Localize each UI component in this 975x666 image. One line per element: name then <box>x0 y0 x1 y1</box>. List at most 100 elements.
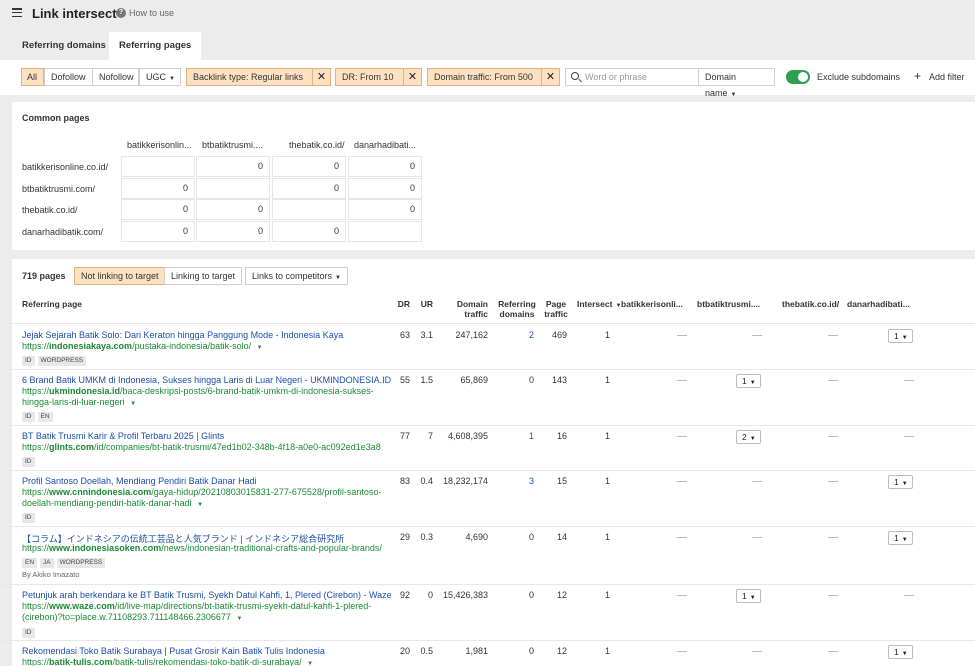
matrix-cell <box>348 221 422 242</box>
links-count-dropdown[interactable]: 1 ▼ <box>736 374 761 388</box>
cell-page-traffic: 469 <box>551 330 567 340</box>
help-icon[interactable]: ? <box>116 8 126 18</box>
links-count-dropdown[interactable]: 1 ▼ <box>888 475 913 489</box>
matrix-col-header: batikkerisonlin... <box>127 140 192 150</box>
links-count-dropdown[interactable]: 1 ▼ <box>888 329 913 343</box>
col-competitor-2[interactable]: btbatiktrusmi.... <box>697 299 760 309</box>
menu-icon[interactable] <box>12 8 22 18</box>
cell-empty-dash <box>752 651 762 652</box>
add-filter-button[interactable]: Add filter <box>929 72 965 82</box>
dropdown-value: 1 <box>742 376 747 386</box>
tab-referring-pages[interactable]: Referring pages <box>109 32 202 60</box>
filter-chip-backlink-type[interactable]: Backlink type: Regular links ✕ <box>186 68 331 86</box>
page-title-link[interactable]: Profil Santoso Doellah, Mendiang Pendiri… <box>22 476 257 486</box>
links-count-dropdown[interactable]: 1 ▼ <box>888 645 913 659</box>
filter-all[interactable]: All <box>21 68 44 86</box>
exclude-subdomains-toggle[interactable] <box>786 70 810 84</box>
how-to-use-link[interactable]: How to use <box>129 8 174 18</box>
page-title-link[interactable]: Rekomendasi Toko Batik Surabaya | Pusat … <box>22 646 325 656</box>
matrix-cell <box>196 178 270 199</box>
filter-chip-domain-traffic[interactable]: Domain traffic: From 500 ✕ <box>427 68 560 86</box>
cell-page-traffic: 143 <box>551 375 567 385</box>
page-title-link[interactable]: Jejak Sejarah Batik Solo: Dari Keraton h… <box>22 330 343 340</box>
cell-domain-traffic: 4,690 <box>465 532 488 542</box>
search-input[interactable]: Word or phrase <box>565 68 699 86</box>
cell-page-traffic: 14 <box>556 532 567 542</box>
page-url-link[interactable]: https://indonesiakaya.com/pustaka-indone… <box>22 341 392 354</box>
cell-empty-dash <box>677 595 687 596</box>
cell-empty-dash <box>677 335 687 336</box>
col-ur[interactable]: UR <box>413 299 433 309</box>
cell-ref-domains[interactable]: 1 <box>494 431 534 441</box>
chevron-down-icon[interactable]: ▼ <box>130 401 136 407</box>
filter-ugc-dropdown[interactable]: UGC ▼ <box>139 68 181 86</box>
col-page-traffic[interactable]: Page traffic <box>541 299 571 319</box>
chevron-down-icon: ▼ <box>901 537 908 543</box>
cell-empty-dash <box>828 436 838 437</box>
pill-linking[interactable]: Linking to target <box>164 267 243 285</box>
cell-dr: 29 <box>399 532 410 542</box>
tab-referring-domains[interactable]: Referring domains <box>12 32 116 60</box>
col-label: Page <box>545 299 567 309</box>
tag: WORDPRESS <box>56 558 106 568</box>
filter-chip-dr[interactable]: DR: From 10 ✕ <box>335 68 422 86</box>
matrix-col-header: btbatiktrusmi.... <box>202 140 264 150</box>
cell-ur: 0.4 <box>420 476 433 486</box>
dropdown-value: 1 <box>742 591 747 601</box>
chevron-down-icon[interactable]: ▼ <box>236 616 242 622</box>
page-title-link[interactable]: 6 Brand Batik UMKM di Indonesia, Sukses … <box>22 375 391 385</box>
chevron-down-icon: ▼ <box>749 595 756 601</box>
cell-ref-domains[interactable]: 3 <box>494 476 534 486</box>
dropdown-value: 1 <box>894 331 899 341</box>
col-ref-domains[interactable]: Referring domains <box>494 299 540 319</box>
links-count-dropdown[interactable]: 1 ▼ <box>736 589 761 603</box>
matrix-row-label: btbatiktrusmi.com/ <box>22 184 96 194</box>
cell-dr: 55 <box>399 375 410 385</box>
plus-icon[interactable]: + <box>914 70 921 82</box>
cell-domain-traffic: 15,426,383 <box>442 590 488 600</box>
chip-label: Backlink type: Regular links <box>193 72 304 82</box>
filter-nofollow[interactable]: Nofollow <box>92 68 139 86</box>
page-url-link[interactable]: https://www.waze.com/id/live-map/directi… <box>22 601 392 625</box>
tag: ID <box>22 412 35 422</box>
page-url-link[interactable]: https://batik-tulis.com/batik-tulis/reko… <box>22 657 392 666</box>
filter-dofollow[interactable]: Dofollow <box>44 68 93 86</box>
page-title-link[interactable]: BT Batik Trusmi Karir & Profil Terbaru 2… <box>22 431 224 441</box>
close-icon[interactable]: ✕ <box>312 69 330 85</box>
pill-links-to-competitors[interactable]: Links to competitors ▼ <box>245 267 348 285</box>
scope-dropdown[interactable]: Domain name ▼ <box>698 68 775 98</box>
page-url-link[interactable]: https://glints.com/id/companies/bt-batik… <box>22 442 392 466</box>
col-competitor-4[interactable]: danarhadibati... <box>847 299 910 309</box>
col-dr[interactable]: DR <box>390 299 410 309</box>
close-icon[interactable]: ✕ <box>403 69 421 85</box>
url-domain: www.indonesiasoken.com <box>49 543 162 553</box>
close-icon[interactable]: ✕ <box>541 69 559 85</box>
matrix-cell: 0 <box>272 221 346 242</box>
row-tags: EN JA WORDPRESS <box>22 556 108 568</box>
tag: ID <box>22 628 35 638</box>
col-competitor-3[interactable]: thebatik.co.id/ <box>782 299 839 309</box>
cell-empty-dash <box>752 481 762 482</box>
chevron-down-icon: ▼ <box>749 436 756 442</box>
chevron-down-icon[interactable]: ▼ <box>307 661 313 666</box>
url-scheme: https:// <box>22 386 50 396</box>
col-referring-page[interactable]: Referring page <box>22 299 82 309</box>
col-domain-traffic[interactable]: Domain traffic <box>445 299 488 319</box>
tag: WORDPRESS <box>37 356 87 366</box>
matrix-col-header: thebatik.co.id/ <box>289 140 345 150</box>
chevron-down-icon[interactable]: ▼ <box>257 345 263 351</box>
page-url-link[interactable]: https://ukmindonesia.id/baca-deskripsi-p… <box>22 386 392 410</box>
page-title-link[interactable]: Petunjuk arah berkendara ke BT Batik Tru… <box>22 590 392 600</box>
links-count-dropdown[interactable]: 2 ▼ <box>736 430 761 444</box>
page-url-link[interactable]: https://www.cnnindonesia.com/gaya-hidup/… <box>22 487 392 511</box>
url-path: /batik-tulis/rekomendasi-toko-batik-di-s… <box>112 657 302 666</box>
pill-not-linking[interactable]: Not linking to target <box>74 267 166 285</box>
cell-empty-dash <box>677 481 687 482</box>
col-competitor-1[interactable]: batikkerisonli... <box>621 299 683 309</box>
col-intersect[interactable]: Intersect ▼ <box>577 299 621 311</box>
col-label: Referring <box>498 299 536 309</box>
tag: ID <box>22 513 35 523</box>
links-count-dropdown[interactable]: 1 ▼ <box>888 531 913 545</box>
chevron-down-icon[interactable]: ▼ <box>197 502 203 508</box>
cell-ref-domains[interactable]: 2 <box>494 330 534 340</box>
